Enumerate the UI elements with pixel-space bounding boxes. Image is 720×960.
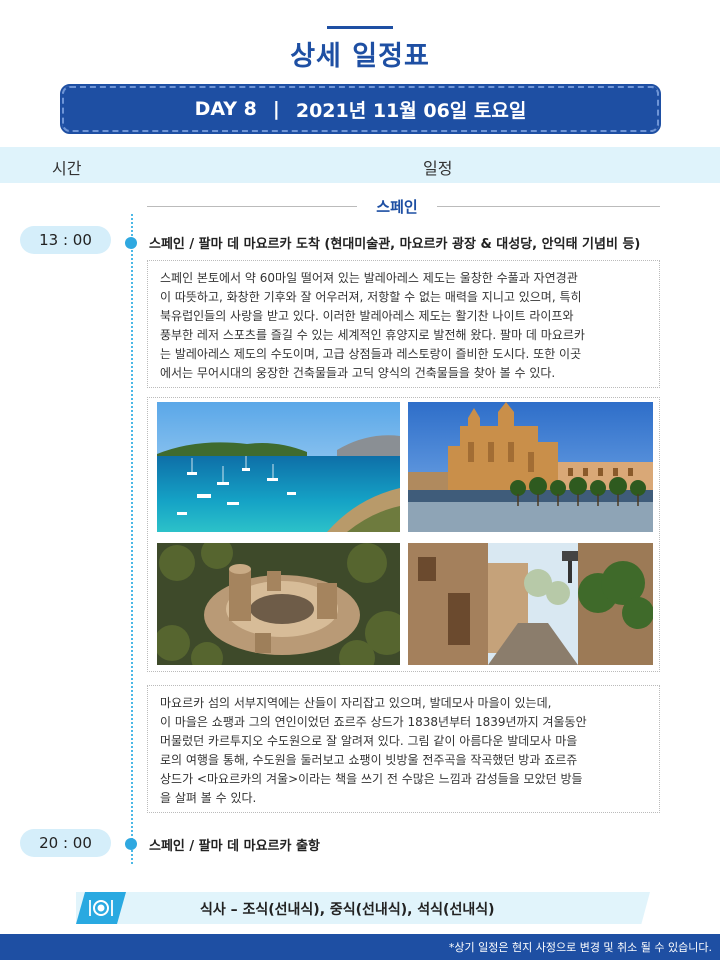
banner-separator: | [272,98,280,120]
palma-cathedral-photo [408,402,653,532]
description-line: 머물렀던 카르투지오 수도원으로 잘 알려져 있다. 그림 같이 아름다운 발데… [160,734,578,748]
description-line: 북유럽인들의 사랑을 받고 있다. 이러한 발레아레스 제도는 활기찬 나이트 … [160,309,574,323]
meal-bar: 식사 – 조식(선내식), 중식(선내식), 석식(선내식) [76,892,650,924]
description-box: 마요르카 섬의 서부지역에는 산들이 자리잡고 있으며, 발데모사 마을이 있는… [147,685,660,813]
meal-text: 식사 – 조식(선내식), 중식(선내식), 석식(선내식) [200,902,495,918]
time-pill: 13 : 00 [20,226,111,254]
description-line: 로의 여행을 통해, 수도원을 둘러보고 쇼팽이 빗방울 전주곡을 작곡했던 방… [160,753,578,767]
photo-gallery [147,397,660,672]
time-pill: 20 : 00 [20,829,111,857]
region-divider-right [437,206,660,207]
region-label: 스페인 [376,198,418,216]
description-line: 스페인 본토에서 약 60마일 떨어져 있는 발레아레스 제도는 울창한 수풀과… [160,271,578,285]
schedule-column-label: 일정 [423,159,453,178]
valldemossa-street-photo [408,543,653,665]
description-line: 마요르카 섬의 서부지역에는 산들이 자리잡고 있으며, 발데모사 마을이 있는… [160,696,552,710]
region-divider-left [147,206,357,207]
description-line: 을 살펴 볼 수 있다. [160,791,257,805]
footer-bar: *상기 일정은 현지 사정으로 변경 및 취소 될 수 있습니다. [0,934,720,960]
timeline-dot [125,237,137,249]
description-line: 이 마을은 쇼팽과 그의 연인이었던 죠르주 상드가 1838년부터 1839년… [160,715,587,729]
date-label: 2021년 11월 06일 토요일 [295,99,527,122]
event-title: 스페인 / 팔마 데 마요르카 출항 [149,839,320,854]
time-column-label: 시간 [52,159,82,178]
bay-with-boats-photo [157,402,400,532]
description-line: 이 따뜻하고, 화창한 기후와 잘 어우러져, 저항할 수 없는 매력을 지니고… [160,290,582,304]
dish-icon [89,900,113,916]
day-label: DAY 8 [194,98,257,120]
description-line: 는 발레아레스 제도의 수도이며, 고급 상점들과 레스토랑이 즐비한 도시다.… [160,347,582,361]
column-header: 시간 일정 [0,147,720,183]
description-line: 풍부한 레저 스포츠를 즐길 수 있는 세계적인 휴양지로 발전해 왔다. 팔마… [160,328,585,342]
footer-note: *상기 일정은 현지 사정으로 변경 및 취소 될 수 있습니다. [448,941,712,954]
timeline-line [131,214,133,864]
description-line: 상드가 <마요르카의 겨울>이라는 책을 쓰기 전 수많은 느낌과 감성들을 모… [160,772,583,786]
title-accent-rule [327,26,393,29]
page-title: 상세 일정표 [290,41,430,72]
event-title: 스페인 / 팔마 데 마요르카 도착 (현대미술관, 마요르카 광장 & 대성당… [149,237,641,252]
day-banner: DAY 8 | 2021년 11월 06일 토요일 [60,84,661,134]
description-line: 에서는 무어시대의 웅장한 건축물들과 고딕 양식의 건축물들을 찾아 볼 수 … [160,366,556,380]
description-box: 스페인 본토에서 약 60마일 떨어져 있는 발레아레스 제도는 울창한 수풀과… [147,260,660,388]
timeline-dot [125,838,137,850]
bellver-castle-photo [157,543,400,665]
